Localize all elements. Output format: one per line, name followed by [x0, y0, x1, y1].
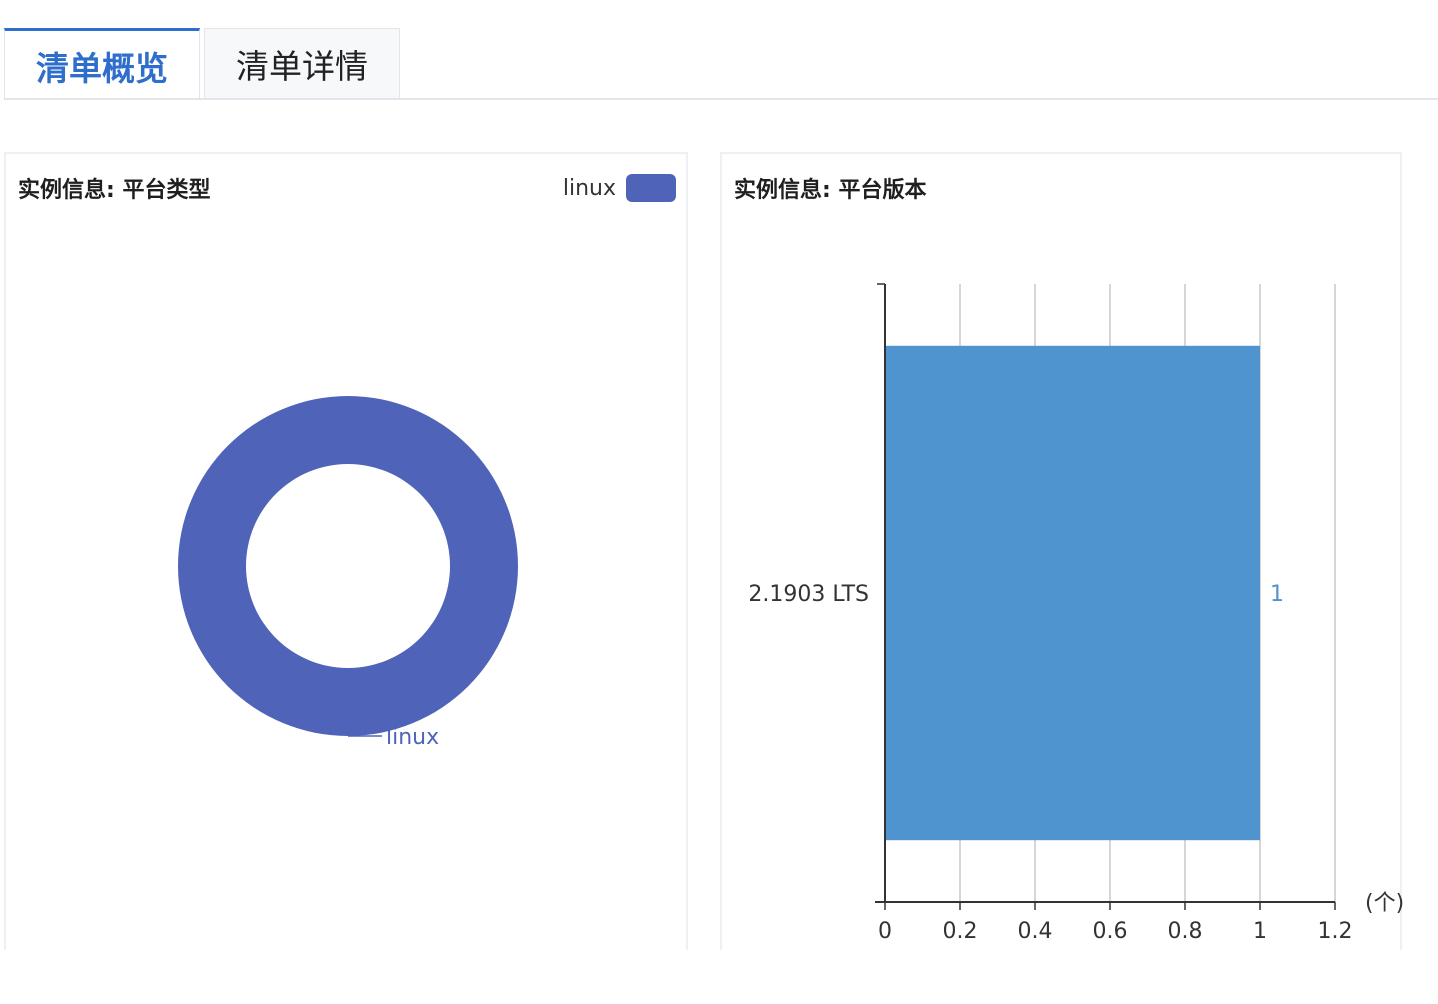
x-tick-label: 1: [1253, 919, 1267, 944]
platform-version-panel: 实例信息: 平台版本 2.1903 LTS 1 0 0.2 0.4 0.6 0.8 1 1.2(…: [720, 152, 1404, 972]
platform-type-panel: 实例信息: 平台类型 linux linux: [4, 152, 688, 972]
x-tick-label: 0.8: [1168, 919, 1203, 944]
bar: [885, 345, 1260, 841]
x-tick-label: 0.2: [943, 919, 978, 944]
pie-slice-label: linux: [386, 725, 439, 750]
x-tick-label: 1.2: [1318, 919, 1353, 944]
x-tick-label: 0.6: [1093, 919, 1128, 944]
platform-type-donut-chart: linux: [178, 396, 518, 750]
x-axis-unit-label: (个): [1365, 891, 1404, 916]
y-tick-label: 2.1903 LTS: [748, 582, 869, 607]
page-bottom-area: [0, 950, 1438, 1004]
x-tick-label: 0.4: [1018, 919, 1053, 944]
tab-inventory-details[interactable]: 清单详情: [204, 28, 400, 98]
pie-slice: [178, 396, 518, 736]
tab-divider: [4, 98, 1438, 100]
bar-data-label: 1: [1270, 582, 1284, 607]
x-tick-label: 0: [878, 919, 892, 944]
tab-inventory-overview[interactable]: 清单概览: [4, 28, 200, 100]
platform-version-bar-chart: 2.1903 LTS 1 0 0.2 0.4 0.6 0.8 1 1.2 (个): [748, 283, 1404, 944]
tab-bar: 清单概览 清单详情: [0, 0, 1438, 100]
